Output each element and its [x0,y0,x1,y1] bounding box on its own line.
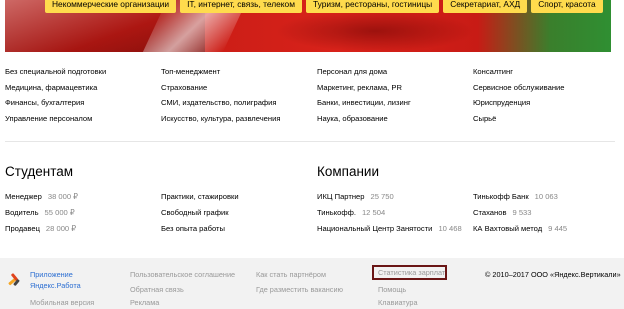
salary-stats-link[interactable]: Статистика зарплат [378,268,445,277]
categories-col-3: Персонал для дома Маркетинг, реклама, PR… [317,64,472,126]
category-link[interactable]: Искусство, культура, развлечения [161,111,316,127]
where-post-vacancy-link[interactable]: Где разместить вакансию [256,285,343,294]
category-link[interactable]: СМИ, издательство, полиграфия [161,95,316,111]
category-link[interactable]: Медицина, фармацевтика [5,80,160,96]
company-row[interactable]: Тинькофф Банк 10 063 [473,192,558,201]
chip-sport[interactable]: Спорт, красота [531,0,603,13]
company-vacancies: 25 750 [370,192,394,201]
company-vacancies: 10 063 [534,192,558,201]
category-link[interactable]: Сырьё [473,111,624,127]
salary-value: 55 000 ₽ [44,208,75,217]
category-link[interactable]: Страхование [161,80,316,96]
category-link[interactable]: Маркетинг, реклама, PR [317,80,472,96]
students-title: Студентам [5,164,74,179]
category-link[interactable]: Наука, образование [317,111,472,127]
company-name: Тинькофф Банк [473,192,529,201]
company-vacancies: 10 468 [438,224,462,233]
category-link[interactable]: Управление персоналом [5,111,160,127]
company-row[interactable]: ИКЦ Партнер 25 750 [317,192,394,201]
categories-col-1: Без специальной подготовки Медицина, фар… [5,64,160,126]
keyboard-link[interactable]: Клавиатура [378,298,418,307]
student-link-internship[interactable]: Практики, стажировки [161,192,239,201]
user-agreement-link[interactable]: Пользовательское соглашение [130,270,235,279]
company-row[interactable]: Стаханов 9 533 [473,208,532,217]
categories-col-2: Топ-менеджмент Страхование СМИ, издатель… [161,64,316,126]
salary-name: Менеджер [5,192,42,201]
section-divider [5,141,615,142]
hammer-icon [8,273,20,286]
chip-nonprofit[interactable]: Некоммерческие организации [45,0,177,13]
companies-title: Компании [317,164,380,179]
company-name: КА Вахтовый метод [473,224,543,233]
category-link[interactable]: Персонал для дома [317,64,472,80]
company-name: Стаханов [473,208,507,217]
ads-link[interactable]: Реклама [130,298,159,307]
chip-tourism[interactable]: Туризм, рестораны, гостиницы [305,0,440,13]
category-link[interactable]: Юриспруденция [473,95,624,111]
category-link[interactable]: Финансы, бухгалтерия [5,95,160,111]
company-vacancies: 12 504 [361,208,386,217]
category-link[interactable]: Консалтинг [473,64,624,80]
company-name: Национальный Центр Занятости [317,224,433,233]
company-name: Тинькофф. [317,208,356,217]
company-row[interactable]: КА Вахтовый метод 9 445 [473,224,567,233]
salary-row[interactable]: Продавец 28 000 ₽ [5,224,76,233]
mobile-version-link[interactable]: Мобильная версия [30,298,94,307]
become-partner-link[interactable]: Как стать партнёром [256,270,326,279]
category-chips: Некоммерческие организации IT, интернет,… [45,0,603,13]
category-link[interactable]: Топ-менеджмент [161,64,316,80]
company-vacancies: 9 445 [548,224,568,233]
company-row[interactable]: Национальный Центр Занятости 10 468 [317,224,462,233]
chip-secretariat[interactable]: Секретариат, АХД [443,0,528,13]
company-name: ИКЦ Партнер [317,192,365,201]
salary-row[interactable]: Менеджер 38 000 ₽ [5,192,78,201]
app-link-line1[interactable]: Приложение [30,270,73,279]
salary-name: Водитель [5,208,39,217]
category-link[interactable]: Сервисное обслуживание [473,80,624,96]
student-link-free-schedule[interactable]: Свободный график [161,208,229,217]
category-link[interactable]: Банки, инвестиции, лизинг [317,95,472,111]
salary-row[interactable]: Водитель 55 000 ₽ [5,208,75,217]
app-link-line2[interactable]: Яндекс.Работа [30,281,81,290]
company-row[interactable]: Тинькофф. 12 504 [317,208,385,217]
copyright: © 2010–2017 ООО «Яндекс.Вертикали» [485,270,621,279]
student-link-no-experience[interactable]: Без опыта работы [161,224,225,233]
salary-value: 28 000 ₽ [45,224,77,233]
chip-it[interactable]: IT, интернет, связь, телеком [180,0,302,13]
feedback-link[interactable]: Обратная связь [130,285,184,294]
salary-name: Продавец [5,224,40,233]
categories-col-4: Консалтинг Сервисное обслуживание Юриспр… [473,64,624,126]
salary-value: 38 000 ₽ [47,192,79,201]
help-link[interactable]: Помощь [378,285,406,294]
company-vacancies: 9 533 [512,208,532,217]
category-link[interactable]: Без специальной подготовки [5,64,160,80]
